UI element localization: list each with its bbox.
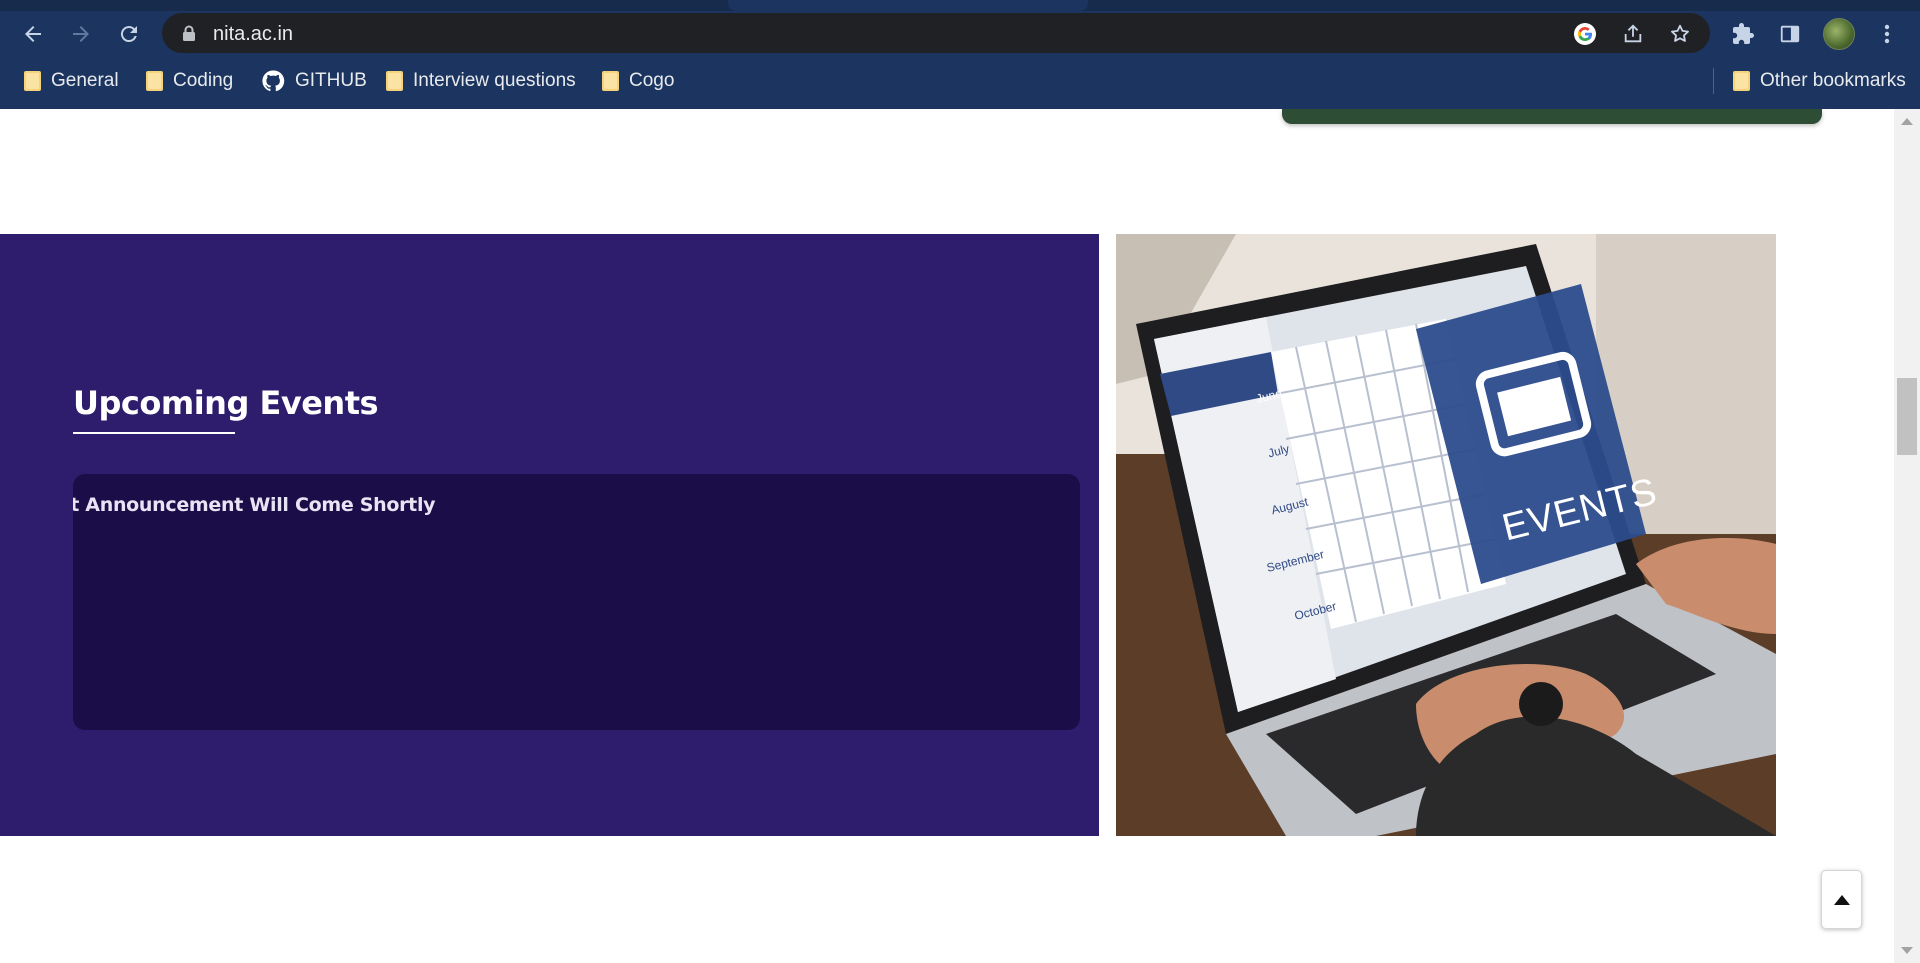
scroll-down-arrow-icon[interactable]: [1901, 947, 1913, 954]
reload-button[interactable]: [112, 17, 146, 51]
other-bookmarks[interactable]: Other bookmarks: [1733, 66, 1906, 96]
tab-strip: [0, 0, 1920, 11]
scrollbar-thumb[interactable]: [1897, 378, 1917, 455]
bookmark-label: Coding: [173, 70, 234, 91]
announcement-box: ıt Announcement Will Come Shortly: [73, 474, 1080, 730]
back-button[interactable]: [16, 17, 50, 51]
address-bar[interactable]: nita.ac.in: [162, 13, 1710, 53]
bookmark-star-icon[interactable]: [1667, 21, 1693, 47]
page-viewport: Upcoming Events ıt Announcement Will Com…: [0, 109, 1894, 963]
forward-button[interactable]: [64, 17, 98, 51]
bookmark-github[interactable]: GITHUB: [261, 66, 367, 96]
lock-icon: [183, 25, 195, 41]
arrow-right-icon: [73, 26, 89, 42]
more-menu-icon[interactable]: [1872, 19, 1902, 49]
page-scrollbar[interactable]: [1894, 109, 1920, 963]
browser-chrome: nita.ac.in General Coding GITHUB Intervi…: [0, 0, 1920, 109]
scroll-to-top-button[interactable]: [1821, 870, 1862, 929]
folder-icon: [146, 71, 163, 91]
browser-toolbar: nita.ac.in: [0, 11, 1920, 57]
floating-green-bar: [1282, 109, 1822, 124]
bookmarks-bar: General Coding GITHUB Interview question…: [0, 62, 1920, 100]
side-panel-icon[interactable]: [1775, 19, 1805, 49]
bookmark-interview-questions[interactable]: Interview questions: [386, 66, 576, 96]
bookmark-coding[interactable]: Coding: [146, 66, 233, 96]
reload-icon: [120, 26, 137, 43]
active-tab[interactable]: [728, 0, 1088, 11]
announcement-marquee[interactable]: ıt Announcement Will Come Shortly: [73, 494, 436, 516]
title-underline: [73, 432, 235, 434]
folder-icon: [24, 71, 41, 91]
google-icon[interactable]: [1572, 21, 1598, 47]
folder-icon: [1733, 71, 1750, 91]
events-laptop-image: June July August September October EVENT…: [1116, 234, 1776, 836]
share-icon[interactable]: [1620, 21, 1646, 47]
section-title: Upcoming Events: [73, 384, 379, 422]
bookmark-label: Other bookmarks: [1760, 70, 1906, 91]
caret-up-icon: [1833, 894, 1850, 905]
folder-icon: [602, 71, 619, 91]
bookmark-label: GITHUB: [295, 70, 367, 91]
bookmarks-divider: [1713, 68, 1714, 94]
url-text[interactable]: nita.ac.in: [213, 23, 293, 46]
bookmark-cogo[interactable]: Cogo: [602, 66, 674, 96]
profile-avatar[interactable]: [1823, 18, 1855, 50]
bookmark-label: Cogo: [629, 70, 675, 91]
folder-icon: [386, 71, 403, 91]
github-icon: [262, 70, 285, 92]
arrow-left-icon: [25, 26, 41, 42]
bookmark-general[interactable]: General: [24, 66, 119, 96]
upcoming-events-section: Upcoming Events ıt Announcement Will Com…: [0, 234, 1099, 836]
bookmark-label: General: [51, 70, 119, 91]
scroll-up-arrow-icon[interactable]: [1901, 118, 1913, 125]
bookmark-label: Interview questions: [413, 70, 576, 91]
extensions-icon[interactable]: [1728, 19, 1758, 49]
